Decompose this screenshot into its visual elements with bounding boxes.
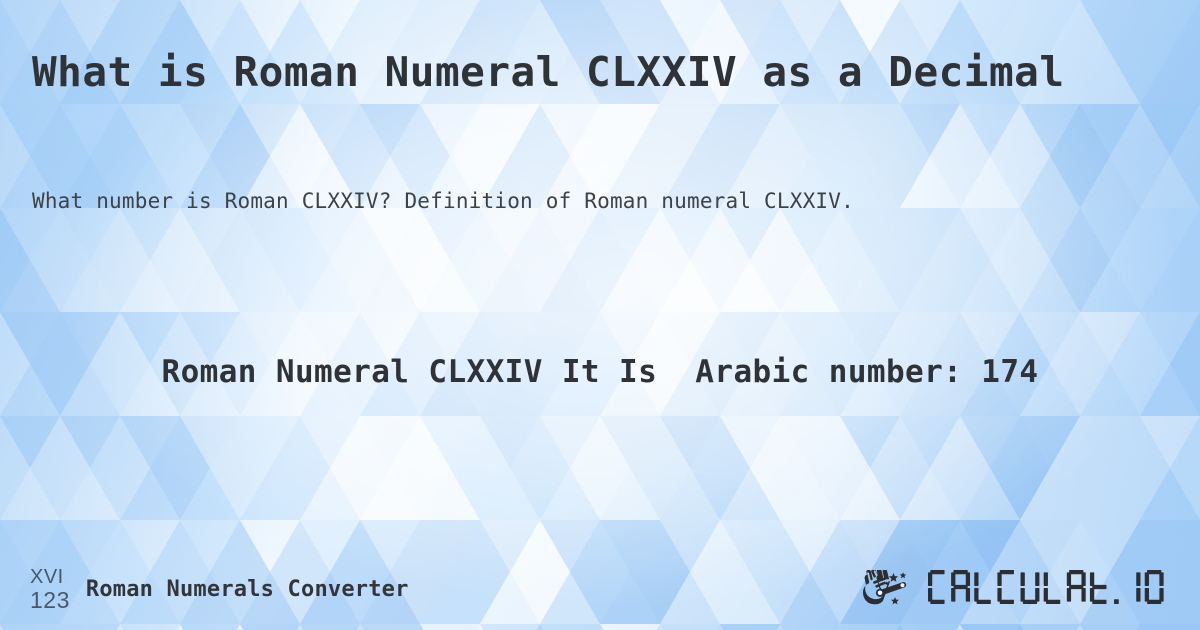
brand-name-label: Roman Numerals Converter: [85, 577, 409, 602]
logo-roman-text: XVI: [30, 566, 64, 588]
magic-wand-hand-icon: [863, 570, 907, 605]
footer: XVI 123 Roman Numerals Converter: [0, 534, 1200, 630]
card-content: What is Roman Numeral CLXXIV as a Decima…: [0, 0, 1200, 630]
calculatio-wordmark: CALCULAT.IO: [928, 570, 1168, 610]
xvi-123-logo-icon: XVI 123: [30, 567, 70, 612]
page-title: What is Roman Numeral CLXXIV as a Decima…: [32, 48, 1065, 96]
result-statement: Roman Numeral CLXXIV It Is Arabic number…: [161, 354, 1039, 390]
logo-arabic-text: 123: [30, 587, 70, 613]
calculatio-wordmark-glyphs: [928, 570, 1164, 604]
page-subtitle: What number is Roman CLXXIV? Definition …: [32, 189, 854, 213]
roman-numerals-converter-brand[interactable]: XVI 123 Roman Numerals Converter: [30, 567, 409, 612]
og-image-card: What is Roman Numeral CLXXIV as a Decima…: [0, 0, 1200, 630]
calculatio-brand[interactable]: CALCULAT.IO: [862, 570, 1168, 610]
